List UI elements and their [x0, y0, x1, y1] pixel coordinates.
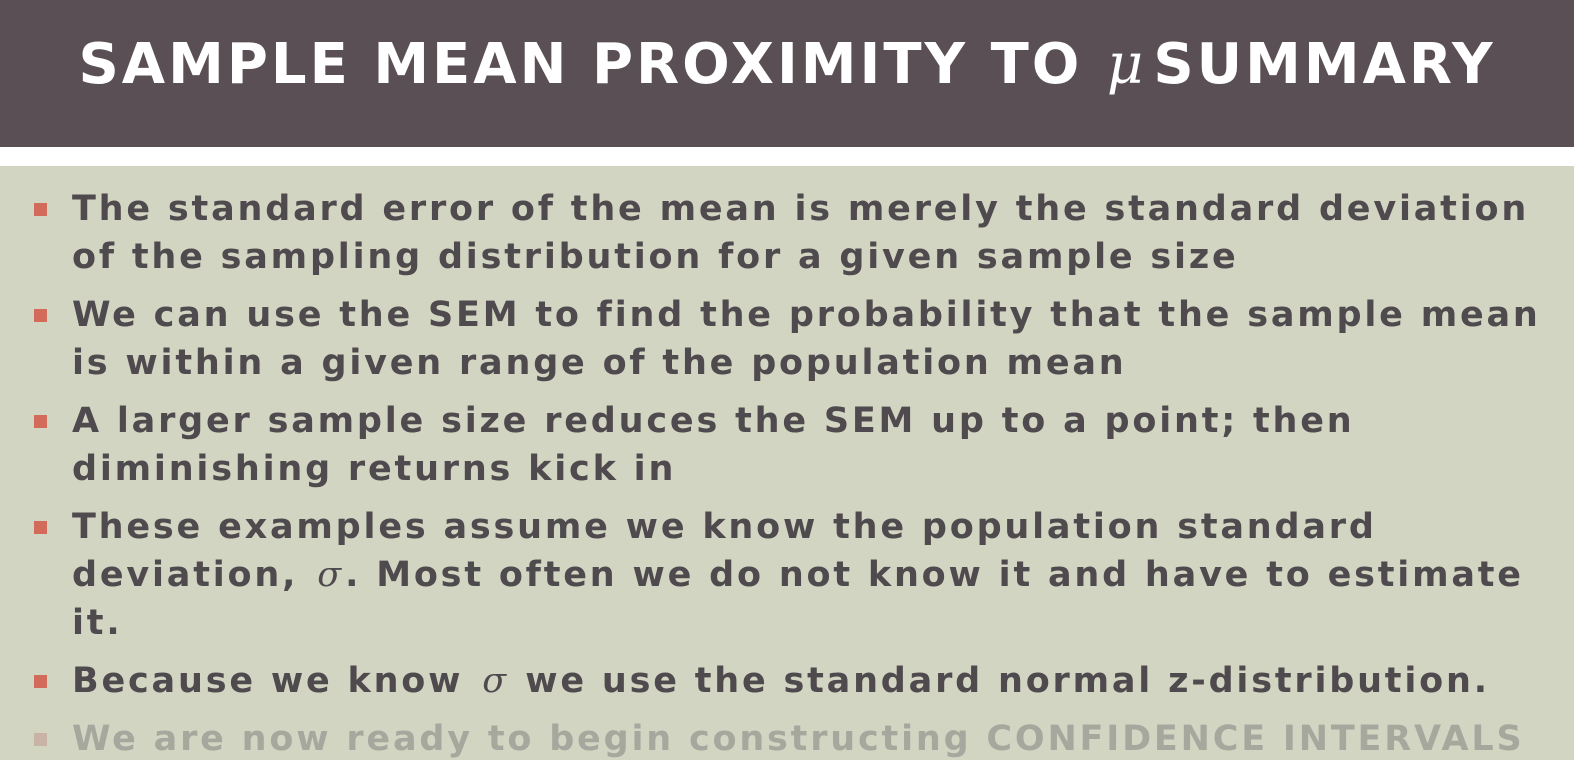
divider-band [0, 147, 1574, 166]
square-bullet-icon [34, 733, 47, 746]
bullet-item-sample-size: A larger sample size reduces the SEM up … [0, 397, 1574, 493]
title-text-start: SAMPLE MEAN PROXIMITY TO [78, 32, 1083, 97]
sigma-symbol: σ [482, 661, 507, 701]
bullet-item-sem-definition: The standard error of the mean is merely… [0, 185, 1574, 281]
bullet-text-end: we use the standard normal z-distributio… [525, 661, 1490, 701]
mu-symbol: μ [1106, 32, 1144, 97]
bullet-text: A larger sample size reduces the SEM up … [72, 401, 1355, 489]
square-bullet-icon [34, 521, 47, 534]
title-bar: SAMPLE MEAN PROXIMITY TO μ SUMMARY [0, 0, 1574, 147]
bullet-text: We are now ready to begin constructing C… [72, 719, 1525, 759]
bullet-item-sem-probability: We can use the SEM to find the probabili… [0, 291, 1574, 387]
square-bullet-icon [34, 203, 47, 216]
square-bullet-icon [34, 675, 47, 688]
bullet-item-confidence-intervals: We are now ready to begin constructing C… [0, 715, 1574, 760]
slide: SAMPLE MEAN PROXIMITY TO μ SUMMARY The st… [0, 0, 1574, 760]
bullet-item-z-distribution: Because we know σ we use the standard no… [0, 657, 1574, 705]
sigma-symbol: σ [317, 555, 342, 595]
bullet-item-known-sigma: These examples assume we know the popula… [0, 503, 1574, 647]
square-bullet-icon [34, 309, 47, 322]
bullet-list: The standard error of the mean is merely… [0, 185, 1574, 760]
bullet-text: The standard error of the mean is merely… [72, 189, 1530, 277]
slide-title: SAMPLE MEAN PROXIMITY TO μ SUMMARY [0, 28, 1574, 102]
square-bullet-icon [34, 415, 47, 428]
bullet-text-start: Because we know [72, 661, 464, 701]
title-text-end: SUMMARY [1153, 32, 1496, 97]
bullet-text: We can use the SEM to find the probabili… [72, 295, 1541, 383]
